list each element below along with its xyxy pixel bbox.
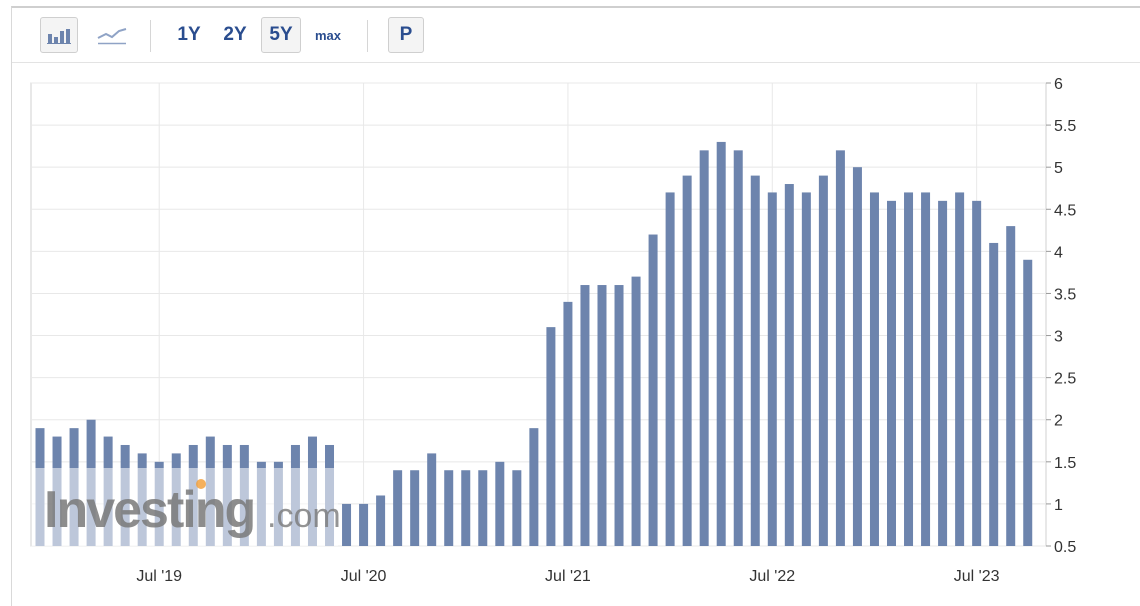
data-bar[interactable]: Feb '23: 4.6 bbox=[887, 200, 896, 546]
data-bar[interactable]: Jan '22: 4.7 bbox=[665, 192, 675, 546]
data-bar[interactable]: Apr '22: 5.3 bbox=[716, 141, 726, 546]
data-bar[interactable]: Apr '23: 4.7 bbox=[921, 192, 931, 546]
data-bar[interactable]: Sep '20: 1.4 bbox=[393, 470, 403, 546]
y-tick-label: 6 bbox=[1054, 76, 1063, 93]
y-tick-label: 5.5 bbox=[1054, 118, 1076, 135]
data-bar[interactable]: Feb '21: 1.4 bbox=[478, 470, 488, 546]
data-bar[interactable]: Sep '23: 4.3 bbox=[1006, 226, 1016, 547]
data-bar[interactable]: Nov '20: 1.6 bbox=[427, 453, 437, 546]
y-tick-label: 1.5 bbox=[1054, 455, 1076, 472]
data-bar[interactable]: Apr '21: 1.4 bbox=[512, 470, 522, 546]
x-tick-label: Jul '23 bbox=[954, 568, 1000, 585]
watermark-dot bbox=[196, 479, 206, 489]
data-bar[interactable]: Oct '22: 4.9 bbox=[818, 175, 828, 546]
x-tick-label: Jul '20 bbox=[341, 568, 387, 585]
data-bar[interactable]: May '23: 4.6 bbox=[938, 200, 948, 546]
watermark-suffix: .com bbox=[267, 497, 341, 535]
data-bar[interactable]: Jul '23: 4.6 bbox=[972, 200, 982, 546]
investing-watermark: Investing .com bbox=[32, 468, 341, 546]
y-tick-label: 4.5 bbox=[1054, 202, 1076, 219]
data-bar[interactable]: Oct '20: 1.4 bbox=[410, 470, 420, 546]
x-tick-label: Jul '22 bbox=[749, 568, 795, 585]
data-bar[interactable]: Jul '22: 4.7 bbox=[767, 192, 777, 546]
data-bar[interactable]: Mar '22: 5.2 bbox=[699, 150, 709, 546]
y-tick-label: 0.5 bbox=[1054, 539, 1076, 556]
data-bar[interactable]: Dec '21: 4.2 bbox=[648, 234, 658, 546]
x-axis: Jul '19 Jul '20 Jul '21 Jul '22 Jul '23 bbox=[136, 568, 999, 585]
y-tick-label: 2.5 bbox=[1054, 371, 1076, 388]
y-axis: 0.5 1 1.5 2 2.5 3 3.5 4 4.5 5 5.5 6 bbox=[1046, 76, 1076, 556]
data-bar[interactable]: Aug '22: 4.8 bbox=[784, 184, 794, 546]
data-bar[interactable]: Jun '21: 3.1 bbox=[546, 327, 556, 546]
data-bar[interactable]: Jun '20: 1 bbox=[342, 503, 352, 546]
data-bar[interactable]: Aug '23: 4.1 bbox=[989, 242, 999, 547]
x-tick-label: Jul '21 bbox=[545, 568, 591, 585]
bar-chart: Dec '18: 1.9Jan '19: 1.8Feb '19: 1.9Mar … bbox=[30, 76, 1076, 585]
y-tick-label: 2 bbox=[1054, 413, 1063, 430]
data-bar[interactable]: Dec '20: 1.4 bbox=[444, 470, 454, 546]
data-bar[interactable]: Aug '20: 1.1 bbox=[376, 495, 386, 546]
data-bar[interactable]: Oct '21: 3.6 bbox=[614, 285, 624, 546]
data-bar[interactable]: Nov '22: 5.2 bbox=[835, 150, 845, 546]
data-bar[interactable]: Nov '21: 3.7 bbox=[631, 276, 641, 546]
data-bar[interactable]: Oct '23: 3.9 bbox=[1023, 259, 1033, 546]
y-tick-label: 3.5 bbox=[1054, 286, 1076, 303]
y-tick-label: 4 bbox=[1054, 244, 1063, 261]
data-bar[interactable]: Jan '21: 1.4 bbox=[461, 470, 471, 546]
data-bar[interactable]: May '21: 1.9 bbox=[529, 428, 539, 546]
data-bar[interactable]: Sep '22: 4.7 bbox=[801, 192, 811, 546]
data-bar[interactable]: Mar '21: 1.5 bbox=[495, 461, 505, 546]
data-bar[interactable]: Dec '22: 5 bbox=[852, 167, 862, 546]
data-bar[interactable]: Jun '23: 4.7 bbox=[955, 192, 965, 546]
x-tick-label: Jul '19 bbox=[136, 568, 182, 585]
data-bar[interactable]: Feb '22: 4.9 bbox=[682, 175, 692, 546]
watermark-brand: Investing bbox=[44, 481, 254, 539]
data-bar[interactable]: Aug '21: 3.6 bbox=[580, 285, 590, 546]
y-tick-label: 5 bbox=[1054, 160, 1063, 177]
y-tick-label: 1 bbox=[1054, 497, 1063, 514]
y-tick-label: 3 bbox=[1054, 329, 1063, 346]
data-bar[interactable]: Jul '21: 3.4 bbox=[563, 301, 573, 546]
data-bar[interactable]: Jan '23: 4.7 bbox=[869, 192, 879, 546]
data-bar[interactable]: Jun '22: 4.9 bbox=[750, 175, 760, 546]
data-bar[interactable]: Sep '21: 3.6 bbox=[597, 285, 607, 546]
data-bar[interactable]: May '22: 5.2 bbox=[733, 150, 743, 546]
data-bar[interactable]: Mar '23: 4.7 bbox=[904, 192, 914, 546]
data-bar[interactable]: Jul '20: 1 bbox=[359, 503, 369, 546]
